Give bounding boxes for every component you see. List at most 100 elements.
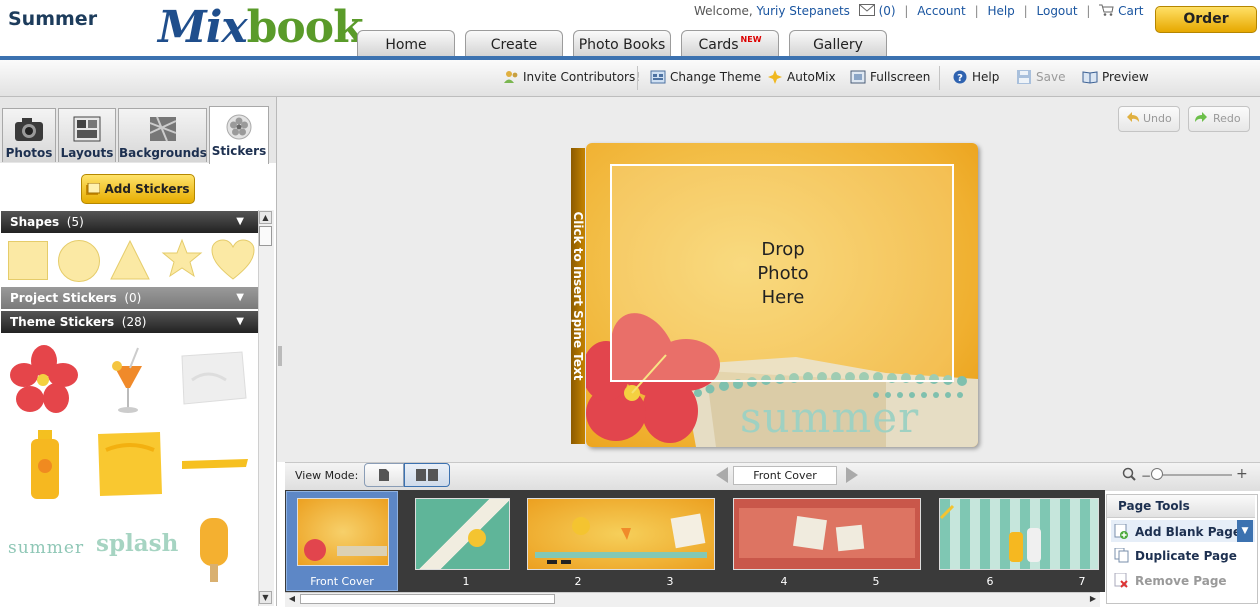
change-theme-button[interactable]: Change Theme [650, 70, 761, 84]
view-mode-spread-button[interactable] [404, 463, 450, 487]
add-blank-page-button[interactable]: Add Blank Page [1114, 523, 1241, 539]
shape-triangle[interactable] [109, 239, 151, 281]
page-label-6: 6 [986, 575, 994, 588]
zoom-slider-handle[interactable] [1151, 468, 1163, 480]
collapse-arrow-icon: ▼ [236, 292, 244, 303]
welcome-text: Welcome, [694, 4, 753, 18]
tab-stickers[interactable]: Stickers [209, 106, 269, 164]
new-badge: NEW [740, 35, 762, 44]
toolbar-divider [637, 66, 638, 90]
sticker-panel-scrollbar[interactable] [258, 210, 274, 606]
logout-link[interactable]: Logout [1037, 4, 1078, 18]
view-mode-single-page-button[interactable] [364, 463, 404, 487]
automix-button[interactable]: AutoMix [767, 70, 836, 84]
sticker-popsicle[interactable] [196, 516, 232, 586]
sticker-paper-note[interactable] [178, 350, 248, 406]
sticker-sunscreen-bottle[interactable] [28, 430, 62, 502]
toolbar-divider [939, 66, 940, 90]
backgrounds-icon [147, 115, 179, 143]
layouts-icon [71, 115, 103, 143]
single-page-icon [379, 469, 389, 481]
shape-square[interactable] [8, 241, 48, 280]
previous-page-arrow-icon[interactable] [716, 467, 728, 483]
shape-circle[interactable] [58, 240, 100, 282]
cart-icon[interactable] [1099, 4, 1114, 16]
nav-tab-create[interactable]: Create [465, 30, 563, 56]
save-button[interactable]: Save [1016, 70, 1065, 84]
scroll-right-arrow-icon[interactable]: ▶ [1087, 593, 1099, 605]
tab-layouts[interactable]: Layouts [58, 108, 116, 162]
page-label-front-cover: Front Cover [310, 575, 374, 588]
filmstrip-scrollbar-thumb[interactable] [300, 594, 555, 604]
nav-tab-home[interactable]: Home [357, 30, 455, 56]
fullscreen-icon [850, 70, 866, 84]
duplicate-page-icon [1114, 547, 1129, 563]
page-tools-dropdown-arrow-icon[interactable]: ▼ [1237, 520, 1253, 542]
thumb-front-cover-flower [304, 539, 387, 561]
sticker-cocktail[interactable] [108, 346, 148, 416]
cover-summer-title[interactable]: summer [740, 393, 919, 442]
mixbook-logo[interactable]: Mixbook [158, 2, 364, 53]
undo-arrow-icon [1124, 111, 1140, 127]
sticker-yellow-paper[interactable] [96, 430, 164, 498]
add-stickers-icon [86, 177, 101, 195]
remove-page-icon [1114, 572, 1129, 588]
nav-tab-photo-books[interactable]: Photo Books [573, 30, 671, 56]
nav-tab-gallery[interactable]: Gallery [789, 30, 887, 56]
page-label-7: 7 [1078, 575, 1086, 588]
scroll-up-arrow-icon[interactable]: ▲ [259, 211, 272, 224]
account-link[interactable]: Account [917, 4, 965, 18]
sticker-splash-word[interactable]: splash [96, 530, 178, 557]
collapse-arrow-icon: ▼ [236, 216, 244, 227]
help-link[interactable]: Help [987, 4, 1014, 18]
next-page-arrow-icon[interactable] [846, 467, 858, 483]
page-label-5: 5 [872, 575, 880, 588]
sticker-ribbon[interactable] [180, 455, 250, 473]
duplicate-page-button[interactable]: Duplicate Page [1114, 547, 1237, 563]
user-bar: Welcome, Yuriy Stepanets (0) | Account |… [694, 4, 1144, 18]
add-page-icon [1114, 523, 1129, 539]
tab-photos[interactable]: Photos [2, 108, 56, 162]
section-project-stickers-header[interactable]: Project Stickers (0) ▼ [1, 287, 258, 309]
invite-contributors-button[interactable]: Invite Contributors! [503, 70, 640, 84]
project-title: Summer [8, 8, 98, 30]
shape-heart[interactable] [211, 239, 255, 281]
zoom-slider-track[interactable] [1154, 474, 1232, 476]
section-shapes-header[interactable]: Shapes (5) ▼ [1, 211, 258, 233]
scroll-left-arrow-icon[interactable]: ◀ [286, 593, 298, 605]
order-button[interactable]: Order [1155, 6, 1257, 33]
undo-button[interactable]: Undo [1118, 106, 1180, 132]
current-page-name: Front Cover [733, 466, 837, 485]
shapes-list [1, 233, 258, 287]
help-button[interactable]: ? Help [952, 70, 999, 84]
remove-page-button[interactable]: Remove Page [1114, 572, 1227, 588]
scrollbar-thumb[interactable] [259, 226, 272, 246]
spine-text-placeholder[interactable]: Click to Insert Spine Text [571, 148, 585, 444]
flower-icon [223, 113, 255, 141]
redo-arrow-icon [1194, 111, 1210, 127]
shape-star[interactable] [161, 238, 203, 280]
panel-resize-handle-icon[interactable] [277, 346, 283, 366]
zoom-in-plus-icon[interactable]: + [1236, 466, 1248, 482]
scroll-down-arrow-icon[interactable]: ▼ [259, 591, 272, 604]
nav-tab-cards[interactable]: Cards NEW [681, 30, 779, 56]
redo-button[interactable]: Redo [1188, 106, 1250, 132]
preview-button[interactable]: Preview [1082, 70, 1149, 84]
tab-backgrounds[interactable]: Backgrounds [118, 108, 207, 162]
theme-icon [650, 70, 666, 84]
add-stickers-button[interactable]: Add Stickers [81, 174, 195, 204]
zoom-out-icon[interactable] [1122, 467, 1136, 481]
section-theme-stickers-header[interactable]: Theme Stickers (28) ▼ [1, 311, 258, 333]
messages-count-link[interactable]: (0) [879, 4, 896, 18]
thumb-spread-6-7-decor [939, 504, 1041, 562]
mail-icon[interactable] [858, 4, 875, 16]
user-name-link[interactable]: Yuriy Stepanets [757, 4, 850, 18]
cart-link[interactable]: Cart [1118, 4, 1143, 18]
page-label-4: 4 [780, 575, 788, 588]
help-icon: ? [952, 70, 968, 84]
sticker-hibiscus[interactable] [8, 343, 80, 415]
fullscreen-button[interactable]: Fullscreen [850, 70, 930, 84]
divider: | [974, 4, 979, 18]
sticker-summer-word[interactable]: summer [8, 538, 84, 558]
zoom-minus-icon[interactable]: − [1141, 469, 1151, 483]
